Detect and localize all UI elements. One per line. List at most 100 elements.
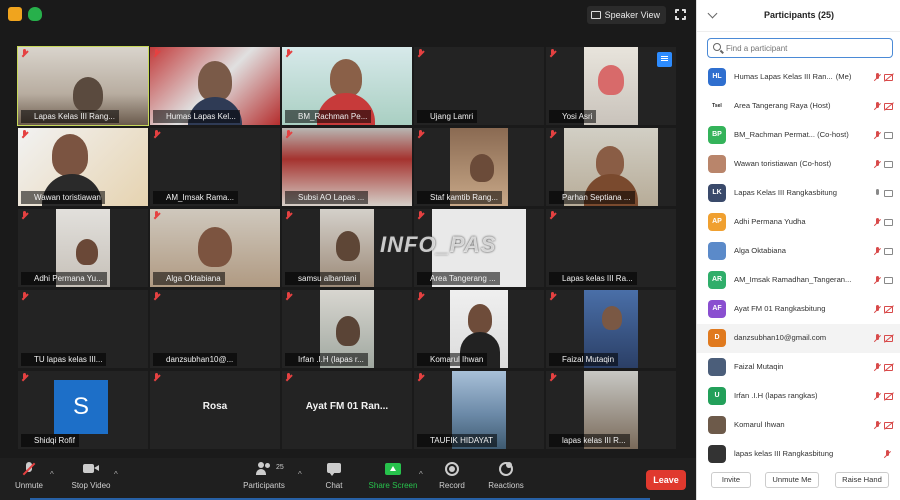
video-tile[interactable]: TAUFIK HIDAYAT: [414, 371, 544, 449]
participant-row[interactable]: LK Lapas Kelas III Rangkasbitung: [697, 179, 900, 208]
mic-muted-icon: [153, 292, 160, 301]
video-tile[interactable]: Subsi AO Lapas ...: [282, 128, 412, 206]
participant-name: Area Tangerang Raya (Host): [734, 101, 862, 110]
video-figure: [336, 316, 360, 346]
participant-name: lapas kelas III Rangkasbitung: [734, 449, 862, 458]
avatar: [708, 445, 726, 463]
participant-name-text: Humas Lapas Kelas III Ran...: [734, 72, 833, 81]
mic-muted-icon: [874, 334, 881, 344]
participant-row[interactable]: Faizal Mutaqin: [697, 353, 900, 382]
participant-center-name: Ayat FM 01 Ran...: [305, 401, 389, 412]
video-icon: [884, 219, 893, 226]
avatar: [708, 242, 726, 260]
video-tile[interactable]: Wawan toristiawan: [18, 128, 148, 206]
participant-name: BM_Rachman Permat... (Co-host): [734, 130, 862, 139]
participant-row[interactable]: Ddanzsubhan10@gmail.com: [697, 324, 900, 353]
video-tile[interactable]: AM_Imsak Rama...: [150, 128, 280, 206]
video-figure: [470, 154, 494, 182]
search-input[interactable]: [726, 41, 886, 55]
video-icon: [884, 161, 893, 168]
leave-button[interactable]: Leave: [646, 470, 686, 490]
participant-row[interactable]: Komarul Ihwan: [697, 411, 900, 440]
participant-name: Ayat FM 01 Rangkasbitung: [734, 304, 862, 313]
participant-name-text: Lapas Kelas III Rangkasbitung: [734, 188, 838, 197]
video-tile[interactable]: Komarul Ihwan: [414, 290, 544, 368]
video-tile[interactable]: TU lapas kelas III...: [18, 290, 148, 368]
participant-row[interactable]: Wawan toristiawan (Co-host): [697, 150, 900, 179]
video-icon: [884, 190, 893, 197]
grid-icon: [590, 11, 601, 19]
video-tile[interactable]: Ayat FM 01 Ran...: [282, 371, 412, 449]
mic-muted-icon: [153, 49, 160, 58]
avatar: AF: [708, 300, 726, 318]
unmute-button[interactable]: Unmute: [0, 462, 64, 490]
participant-name: Lapas Kelas III Rang...: [21, 110, 119, 123]
video-tile[interactable]: Irfan .I.H (lapas r...: [282, 290, 412, 368]
speaker-view-button[interactable]: Speaker View: [586, 6, 666, 24]
participant-row[interactable]: Alga Oktabiana: [697, 237, 900, 266]
participant-list: HL Humas Lapas Kelas III Ran... (Me) Tsel Ar…: [697, 63, 900, 469]
video-tile[interactable]: Lapas kelas III Ra...: [546, 209, 676, 287]
participant-row[interactable]: AP Adhi Permana Yudha: [697, 208, 900, 237]
participant-name: AM_Imsak Ramadhan_Tangeran...: [734, 275, 862, 284]
mic-muted-icon: [874, 131, 881, 141]
video-tile[interactable]: Rosa: [150, 371, 280, 449]
video-tile[interactable]: Faizal Mutaqin: [546, 290, 676, 368]
chevron-up-icon[interactable]: ^: [114, 470, 118, 479]
video-tile[interactable]: danzsubhan10@...: [150, 290, 280, 368]
video-tile[interactable]: Alga Oktabiana: [150, 209, 280, 287]
mic-muted-icon: [285, 292, 292, 301]
participant-name: lapas kelas III R...: [549, 434, 630, 447]
video-tile[interactable]: Staf kamtib Rang...: [414, 128, 544, 206]
video-tile[interactable]: Adhi Permana Yu...: [18, 209, 148, 287]
video-tile[interactable]: Humas Lapas Kel...: [150, 47, 280, 125]
video-icon: [884, 277, 893, 284]
video-tile[interactable]: S Shidqi Rofif: [18, 371, 148, 449]
participant-name: Komarul Ihwan: [734, 420, 862, 429]
video-tile[interactable]: Ujang Lamri: [414, 47, 544, 125]
participant-row[interactable]: BP BM_Rachman Permat... (Co-host): [697, 121, 900, 150]
participants-button[interactable]: Participants: [229, 462, 299, 490]
unmute-me-button[interactable]: Unmute Me: [765, 472, 819, 488]
video-tile[interactable]: lapas kelas III R...: [546, 371, 676, 449]
shield-icon[interactable]: [28, 7, 42, 21]
avatar: BP: [708, 126, 726, 144]
avatar: HL: [708, 68, 726, 86]
video-tile[interactable]: Parhan Septiana ...: [546, 128, 676, 206]
video-figure: [468, 304, 492, 334]
participant-name: Parhan Septiana ...: [549, 191, 635, 204]
participant-name: danzsubhan10@gmail.com: [734, 333, 862, 342]
participant-name-text: Faizal Mutaqin: [734, 362, 784, 371]
participant-row[interactable]: HL Humas Lapas Kelas III Ran... (Me): [697, 63, 900, 92]
fullscreen-icon[interactable]: [674, 8, 687, 21]
avatar: AP: [708, 213, 726, 231]
participant-row[interactable]: AR AM_Imsak Ramadhan_Tangeran...: [697, 266, 900, 295]
participant-name-text: Irfan .I.H (lapas rangkas): [734, 391, 818, 400]
mic-muted-icon: [285, 130, 292, 139]
grid-page-nav-button[interactable]: [657, 52, 672, 67]
reactions-icon: [498, 462, 514, 476]
stop-video-label: Stop Video: [71, 481, 111, 490]
video-icon: [884, 132, 893, 139]
raise-hand-button[interactable]: Raise Hand: [835, 472, 889, 488]
participant-row[interactable]: AF Ayat FM 01 Rangkasbitung: [697, 295, 900, 324]
video-off-icon: [884, 74, 893, 81]
panel-footer: Invite Unmute Me Raise Hand: [697, 468, 900, 490]
participant-row[interactable]: U Irfan .I.H (lapas rangkas): [697, 382, 900, 411]
participant-name: Wawan toristiawan (Co-host): [734, 159, 862, 168]
reactions-button[interactable]: Reactions: [471, 462, 541, 490]
participant-name: AM_Imsak Rama...: [153, 191, 239, 204]
invite-button[interactable]: Invite: [711, 472, 751, 488]
video-off-icon: [884, 364, 893, 371]
video-tile[interactable]: BM_Rachman Pe...: [282, 47, 412, 125]
video-off-icon: [884, 422, 893, 429]
participant-row[interactable]: lapas kelas III Rangkasbitung: [697, 440, 900, 469]
zoom-window: Speaker View Lapas Kelas III Rang... Hum…: [0, 0, 900, 500]
participant-row[interactable]: Tsel Area Tangerang Raya (Host): [697, 92, 900, 121]
video-figure: [76, 239, 98, 265]
video-tile[interactable]: Lapas Kelas III Rang...: [17, 46, 149, 126]
info-icon[interactable]: [8, 7, 22, 21]
panel-header: Participants (25): [697, 0, 900, 32]
participants-count: 25: [276, 464, 284, 471]
chevron-up-icon[interactable]: ^: [50, 470, 54, 479]
